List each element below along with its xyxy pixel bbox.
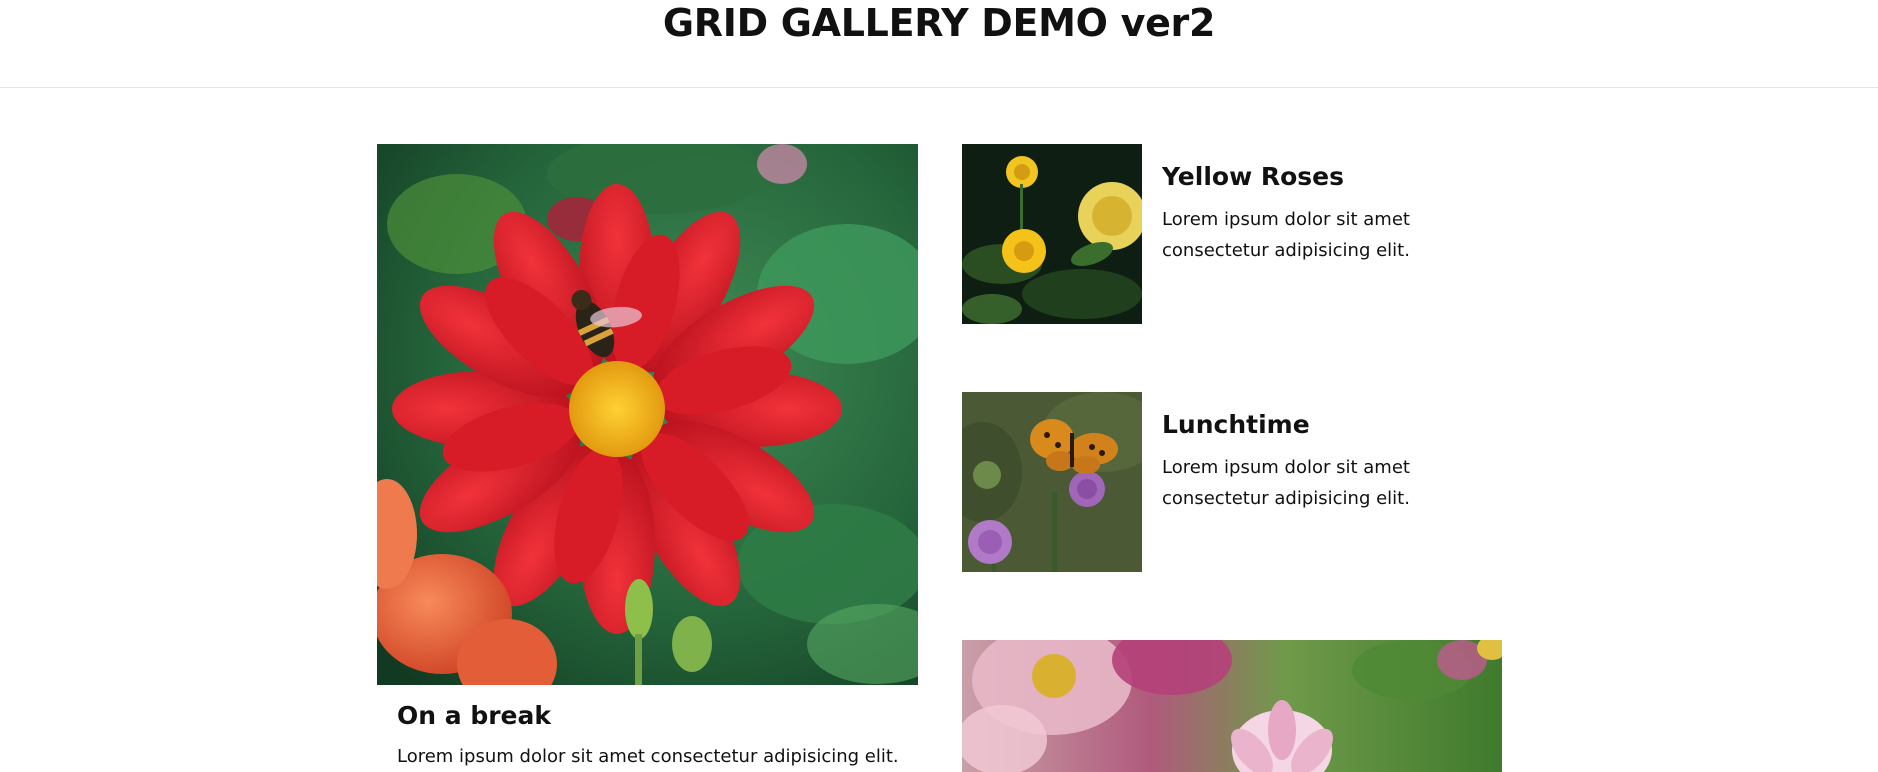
card-description: Lorem ipsum dolor sit amet consectetur a… xyxy=(1162,209,1410,261)
gallery-card-wide[interactable] xyxy=(962,640,1502,772)
butterfly-thistle-photo[interactable] xyxy=(962,392,1142,572)
gallery-card-lunchtime[interactable]: Lunchtime Lorem ipsum dolor sit amet con… xyxy=(962,392,1503,572)
card-title: On a break xyxy=(397,701,552,730)
gallery-card-yellow-roses[interactable]: Yellow Roses Lorem ipsum dolor sit amet … xyxy=(962,144,1503,324)
red-dahlia-bee-photo[interactable] xyxy=(377,144,918,685)
page-header: GRID GALLERY DEMO ver2 xyxy=(0,0,1878,88)
yellow-roses-photo[interactable] xyxy=(962,144,1142,324)
card-title: Lunchtime xyxy=(1162,410,1310,439)
page-title: GRID GALLERY DEMO ver2 xyxy=(662,1,1216,45)
pink-dahlia-photo[interactable] xyxy=(962,640,1502,772)
card-description: Lorem ipsum dolor sit amet consectetur a… xyxy=(397,746,899,767)
card-title: Yellow Roses xyxy=(1162,162,1345,191)
card-description: Lorem ipsum dolor sit amet consectetur a… xyxy=(1162,457,1410,509)
